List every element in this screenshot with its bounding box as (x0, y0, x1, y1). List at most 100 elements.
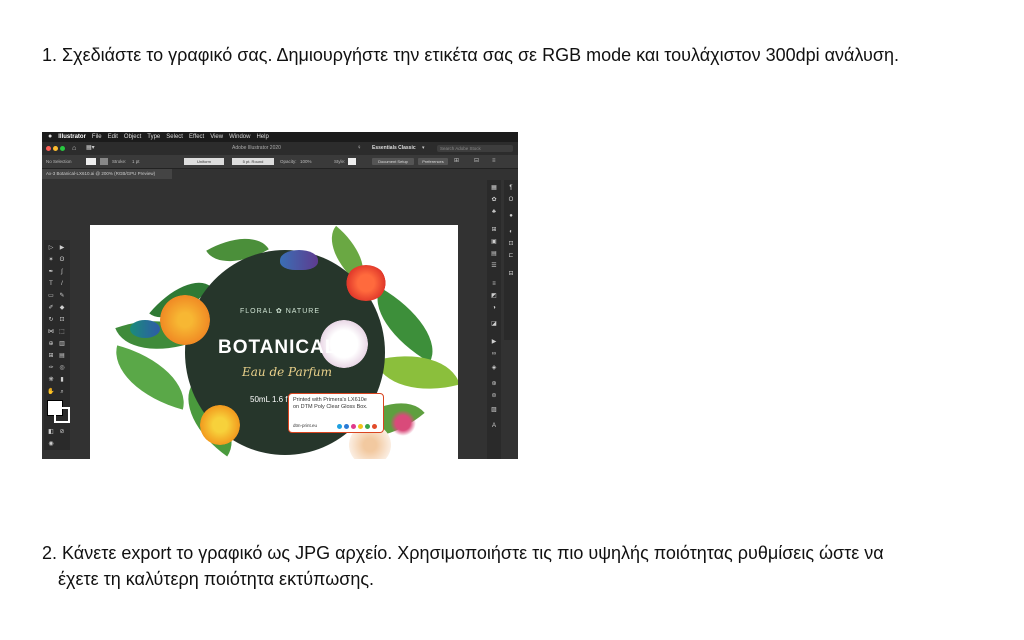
scale-tool-icon[interactable]: ⊡ (57, 316, 67, 324)
direct-selection-tool-icon[interactable]: ▶ (57, 244, 67, 252)
menu-window[interactable]: Window (229, 132, 250, 142)
artboards-icon[interactable]: ⊞ (489, 226, 499, 234)
gradient-panel-icon[interactable]: ◩ (489, 292, 499, 300)
properties-icon[interactable]: ▦ (489, 184, 499, 192)
zoom-tool-icon[interactable]: ⌕ (57, 388, 67, 396)
zoom-window-button[interactable] (60, 146, 65, 151)
menu-app-name[interactable]: Illustrator (58, 132, 86, 142)
magic-wand-tool-icon[interactable]: ✶ (46, 256, 56, 264)
document-info-icon[interactable]: ▨ (489, 406, 499, 414)
variable-width-profile[interactable]: Uniform (184, 158, 224, 165)
width-tool-icon[interactable]: ⋈ (46, 328, 56, 336)
arrange-documents-icon[interactable]: ▦▾ (86, 142, 95, 155)
menu-view[interactable]: View (210, 132, 223, 142)
symbol-sprayer-tool-icon[interactable]: ❋ (46, 376, 56, 384)
lightbulb-icon[interactable]: ♀ (357, 142, 362, 155)
graphic-style-swatch[interactable] (348, 158, 356, 165)
menu-object[interactable]: Object (124, 132, 141, 142)
home-icon[interactable]: ⌂ (72, 142, 76, 155)
menu-file[interactable]: File (92, 132, 102, 142)
fill-color-swatch[interactable] (86, 158, 96, 165)
workspace-switcher[interactable]: Essentials Classic (372, 142, 416, 155)
image-trace-icon[interactable]: ▣ (489, 238, 499, 246)
stroke-panel-icon[interactable]: ≡ (489, 280, 499, 288)
eraser-tool-icon[interactable]: ◆ (57, 304, 67, 312)
hibiscus-decoration (345, 265, 387, 301)
stroke-color-swatch[interactable] (100, 158, 108, 165)
menu-effect[interactable]: Effect (189, 132, 204, 142)
artboard[interactable]: FLORAL ✿ NATURE BOTANICAL Eau de Parfum … (90, 225, 458, 459)
symbols-icon[interactable]: ♣ (489, 208, 499, 216)
panel-menu-icon[interactable]: ≡ (492, 155, 496, 168)
graphic-styles-icon[interactable]: ⊟ (506, 270, 516, 278)
align-icon[interactable]: ⊞ (454, 155, 459, 168)
brushes-icon[interactable]: ⊏ (506, 252, 516, 260)
color-guide-icon[interactable]: ● (506, 212, 516, 220)
info-panel-icon[interactable]: ⊜ (489, 392, 499, 400)
actions-panel-icon[interactable]: ▶ (489, 338, 499, 346)
print-info-line-2: on DTM Poly Clear Gloss Box. (293, 404, 368, 410)
rectangle-tool-icon[interactable]: ▭ (46, 292, 56, 300)
hand-tool-icon[interactable]: ✋ (46, 388, 56, 396)
lasso-tool-icon[interactable]: ʘ (57, 256, 67, 264)
tools-panel: ▷ ▶ ✶ ʘ ✒ ∫ T / ▭ ✎ ✐ ◆ ↻ ⊡ ⋈ ⬚ ⊕ ▥ ⊞ ▤ … (44, 240, 70, 450)
paintbrush-tool-icon[interactable]: ✎ (57, 292, 67, 300)
character-panel-icon[interactable]: A (489, 422, 499, 430)
shaper-tool-icon[interactable]: ✐ (46, 304, 56, 312)
perspective-grid-tool-icon[interactable]: ▥ (57, 340, 67, 348)
opacity-field[interactable]: 100% (300, 155, 312, 168)
color-mode-icon[interactable]: ◧ (46, 428, 56, 436)
ink-color-dot (351, 424, 356, 429)
transform-icon[interactable]: ⊟ (474, 155, 479, 168)
pathfinder-icon[interactable]: ◐ (506, 228, 516, 236)
menu-select[interactable]: Select (166, 132, 183, 142)
line-tool-icon[interactable]: / (57, 280, 67, 288)
ink-color-dot (337, 424, 342, 429)
libraries-icon[interactable]: ✿ (489, 196, 499, 204)
asset-export-icon[interactable]: ▤ (489, 250, 499, 258)
menu-help[interactable]: Help (256, 132, 268, 142)
close-window-button[interactable] (46, 146, 51, 151)
ink-color-dot (358, 424, 363, 429)
document-tab[interactable]: Ax-3 Botanical-LX610.ai @ 200% (RGB/GPU … (42, 169, 172, 179)
draw-mode-icon[interactable]: ◉ (46, 440, 56, 448)
selection-tool-icon[interactable]: ▷ (46, 244, 56, 252)
mesh-tool-icon[interactable]: ⊞ (46, 352, 56, 360)
type-tool-icon[interactable]: T (46, 280, 56, 288)
layers-list-icon[interactable]: ☰ (489, 262, 499, 270)
opentype-icon[interactable]: O (506, 196, 516, 204)
rotate-tool-icon[interactable]: ↻ (46, 316, 56, 324)
instruction-step-2: 2. Κάνετε export το γραφικό ως JPG αρχεί… (42, 540, 942, 592)
gradient-tool-icon[interactable]: ▤ (57, 352, 67, 360)
stroke-swatch[interactable] (54, 407, 70, 423)
preferences-button[interactable]: Preferences (418, 158, 448, 165)
curvature-tool-icon[interactable]: ∫ (57, 268, 67, 276)
chevron-down-icon[interactable]: ▾ (422, 142, 425, 155)
appearance-panel-icon[interactable]: ◪ (489, 320, 499, 328)
pen-tool-icon[interactable]: ✒ (46, 268, 56, 276)
stroke-weight-field[interactable]: 1 pt (132, 155, 140, 168)
minimize-window-button[interactable] (53, 146, 58, 151)
blend-tool-icon[interactable]: ◎ (57, 364, 67, 372)
menu-type[interactable]: Type (147, 132, 160, 142)
stock-search-input[interactable]: Search Adobe Stock (437, 145, 513, 152)
navigator-icon[interactable]: ⊛ (489, 380, 499, 388)
free-transform-tool-icon[interactable]: ⬚ (57, 328, 67, 336)
pink-petal-decoration (390, 410, 416, 436)
column-graph-tool-icon[interactable]: ▮ (57, 376, 67, 384)
transparency-panel-icon[interactable]: ◑ (489, 304, 499, 312)
shape-builder-tool-icon[interactable]: ⊕ (46, 340, 56, 348)
document-setup-button[interactable]: Document Setup (372, 158, 414, 165)
instruction-step-1: 1. Σχεδιάστε το γραφικό σας. Δημιουργήστ… (42, 45, 899, 65)
swatches-icon[interactable]: ⊡ (506, 240, 516, 248)
menu-edit[interactable]: Edit (108, 132, 118, 142)
links-panel-icon[interactable]: ∞ (489, 350, 499, 358)
label-subtitle: Eau de Parfum (242, 365, 333, 379)
brush-definition[interactable]: 5 pt. Round (232, 158, 274, 165)
paragraph-icon[interactable]: ¶ (506, 184, 516, 192)
layers-panel-icon[interactable]: ◈ (489, 364, 499, 372)
secondary-panel-dock: ¶ O ● ◐ ⊡ ⊏ ⊟ (504, 180, 518, 340)
print-info-line-1: Printed with Primera's LX610e (293, 397, 367, 403)
eyedropper-tool-icon[interactable]: ✑ (46, 364, 56, 372)
none-color-icon[interactable]: ⊘ (57, 428, 67, 436)
